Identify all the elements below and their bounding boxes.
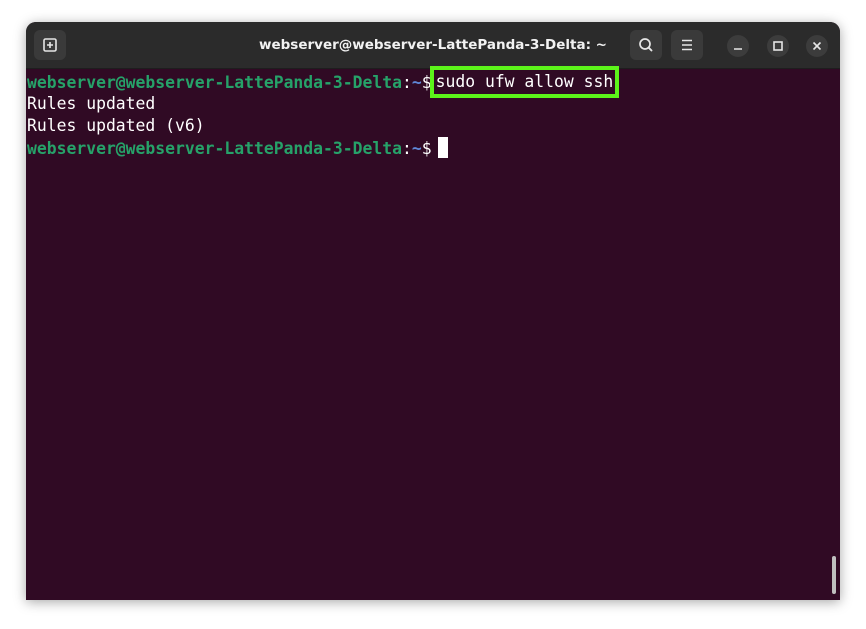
prompt-user: webserver@webserver-LattePanda-3-Delta <box>27 73 402 92</box>
minimize-button[interactable] <box>727 35 749 57</box>
search-button[interactable] <box>630 30 662 60</box>
new-tab-icon <box>43 38 57 52</box>
prompt-symbol: $ <box>421 139 432 158</box>
minimize-icon <box>734 48 742 50</box>
prompt-user: webserver@webserver-LattePanda-3-Delta <box>27 139 402 158</box>
output-line: Rules updated <box>27 94 156 113</box>
close-icon <box>812 41 822 51</box>
close-button[interactable] <box>806 35 828 57</box>
prompt-path: ~ <box>411 139 422 158</box>
terminal-window: webserver@webserver-LattePanda-3-Delta: … <box>26 22 840 600</box>
prompt-path: ~ <box>411 73 422 92</box>
hamburger-menu-icon <box>682 39 692 51</box>
menu-button[interactable] <box>671 30 703 60</box>
maximize-icon <box>773 41 783 51</box>
window-title: webserver@webserver-LattePanda-3-Delta: … <box>259 37 607 53</box>
search-icon <box>639 38 653 52</box>
output-line: Rules updated (v6) <box>27 116 205 135</box>
prompt-colon: : <box>401 73 412 92</box>
highlighted-command: sudo ufw allow ssh <box>429 66 620 98</box>
maximize-button[interactable] <box>767 35 789 57</box>
prompt-symbol: $ <box>421 73 432 92</box>
command-line: webserver@webserver-LattePanda-3-Delta:~… <box>27 66 620 98</box>
prompt-colon: : <box>401 139 412 158</box>
new-tab-button[interactable] <box>34 30 66 60</box>
terminal-output-area[interactable]: webserver@webserver-LattePanda-3-Delta:~… <box>26 66 840 600</box>
text-cursor <box>437 137 448 158</box>
active-prompt-line[interactable]: webserver@webserver-LattePanda-3-Delta:~… <box>27 137 448 159</box>
title-bar[interactable]: webserver@webserver-LattePanda-3-Delta: … <box>26 22 840 69</box>
vertical-scrollbar[interactable] <box>832 556 836 594</box>
